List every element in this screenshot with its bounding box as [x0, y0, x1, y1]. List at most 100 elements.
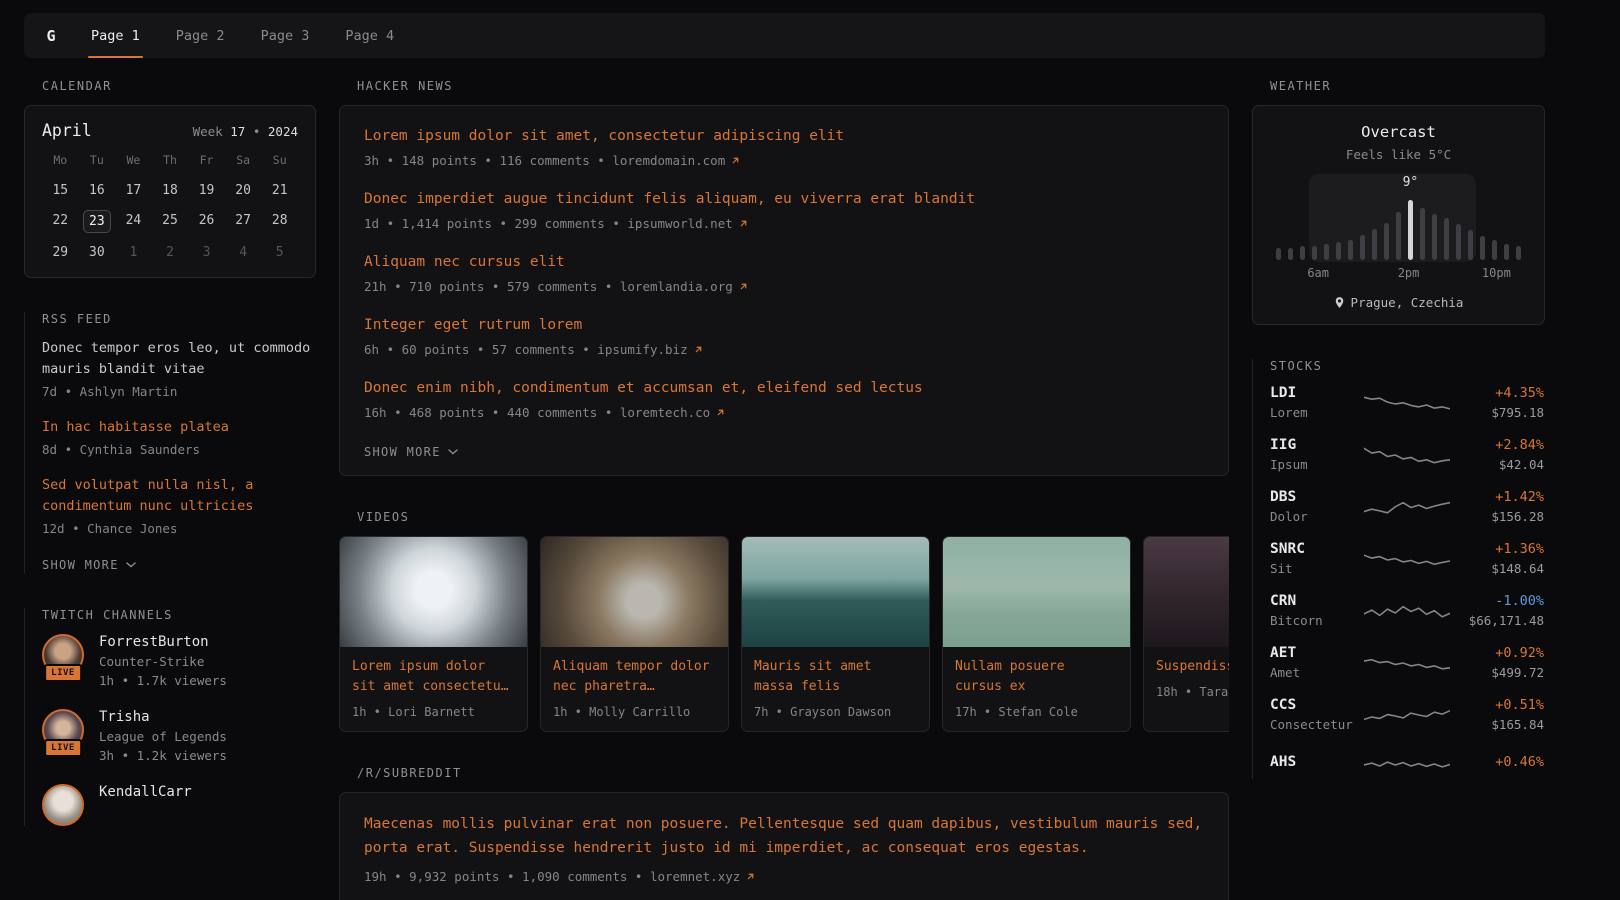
channel-viewers: 3h • 1.2k viewers [99, 748, 227, 763]
dow-label: Mo [42, 153, 79, 172]
stock-price: $499.72 [1458, 665, 1544, 680]
rss-item-meta: 7d • Ashlyn Martin [42, 384, 316, 399]
stock-row[interactable]: AET Amet +0.92% $499.72 [1270, 645, 1545, 680]
video-thumbnail [541, 537, 728, 647]
calendar-widget: CALENDAR April Week 17 • 2024 Mo Tu [24, 79, 316, 278]
subreddit-post-link[interactable]: Maecenas mollis pulvinar erat non posuer… [364, 813, 1204, 859]
stock-row[interactable]: CRN Bitcorn -1.00% $66,171.48 [1270, 593, 1545, 628]
hn-story-meta[interactable]: 3h • 148 points • 116 comments • loremdo… [364, 153, 1204, 168]
dow-label: Th [152, 153, 189, 172]
twitch-widget: TWITCH CHANNELS LIVE ForrestBurton Count… [24, 608, 316, 826]
weather-bar [1360, 235, 1365, 260]
stock-sparkline [1364, 544, 1450, 574]
rss-widget: RSS FEED Donec tempor eros leo, ut commo… [24, 312, 316, 574]
videos-widget: VIDEOS Lorem ipsum dolor sit amet consec… [339, 510, 1229, 732]
stock-ticker: CRN [1270, 593, 1356, 609]
video-title: Nullam posuere cursus ex [955, 657, 1118, 697]
main-column: HACKER NEWS Lorem ipsum dolor sit amet, … [339, 79, 1229, 900]
hn-item: Donec enim nibh, condimentum et accumsan… [364, 378, 1204, 420]
rss-item: Sed volutpat nulla nisl, a condimentum n… [42, 475, 316, 536]
hn-story-link[interactable]: Integer eget rutrum lorem [364, 315, 1204, 336]
stock-name: Sit [1270, 561, 1356, 576]
weather-bar [1408, 200, 1413, 260]
rss-headline-link[interactable]: Sed volutpat nulla nisl, a condimentum n… [42, 475, 316, 517]
weather-time-axis: 6am 2pm 10pm [1273, 266, 1524, 284]
calendar-header: April Week 17 • 2024 [42, 121, 298, 140]
videos-row: Lorem ipsum dolor sit amet consectetu… 1… [339, 536, 1229, 732]
channel-name: KendallCarr [99, 784, 192, 800]
app-logo[interactable]: G [28, 13, 74, 58]
video-thumbnail [742, 537, 929, 647]
hn-story-meta[interactable]: 16h • 468 points • 440 comments • loremt… [364, 405, 1204, 420]
channel-viewers: 1h • 1.7k viewers [99, 673, 227, 688]
hn-story-link[interactable]: Lorem ipsum dolor sit amet, consectetur … [364, 126, 1204, 147]
stock-row[interactable]: IIG Ipsum +2.84% $42.04 [1270, 437, 1545, 472]
weather-bar [1312, 246, 1317, 260]
week-number: 17 [230, 124, 245, 139]
hn-story-meta[interactable]: 1d • 1,414 points • 299 comments • ipsum… [364, 216, 1204, 231]
stock-sparkline [1364, 388, 1450, 418]
weather-bar [1432, 214, 1437, 260]
channel-name: ForrestBurton [99, 634, 227, 650]
stock-row[interactable]: DBS Dolor +1.42% $156.28 [1270, 489, 1545, 524]
tab-page-4[interactable]: Page 4 [342, 13, 397, 58]
twitch-section-title: TWITCH CHANNELS [42, 608, 316, 622]
subreddit-meta-text: 19h • 9,932 points • 1,090 comments • lo… [364, 869, 740, 884]
hacker-news-section-title: HACKER NEWS [357, 79, 1229, 93]
stock-change: -1.00% [1458, 593, 1544, 609]
hn-story-link[interactable]: Donec imperdiet augue tincidunt felis al… [364, 189, 1204, 210]
live-badge: LIVE [44, 739, 82, 757]
video-card[interactable]: Nullam posuere cursus ex 17h • Stefan Co… [942, 536, 1131, 732]
video-card[interactable]: Mauris sit amet massa felis 7h • Grayson… [741, 536, 930, 732]
video-thumbnail [943, 537, 1130, 647]
weather-feels-like: Feels like 5°C [1269, 147, 1528, 162]
time-label: 2pm [1398, 266, 1420, 280]
stock-row[interactable]: CCS Consectetur +0.51% $165.84 [1270, 697, 1545, 732]
video-thumbnail [340, 537, 527, 647]
rss-item-meta: 12d • Chance Jones [42, 521, 316, 536]
hn-item: Donec imperdiet augue tincidunt felis al… [364, 189, 1204, 231]
twitch-channel[interactable]: KendallCarr [42, 784, 316, 826]
hn-story-meta[interactable]: 21h • 710 points • 579 comments • loreml… [364, 279, 1204, 294]
video-title: Aliquam tempor dolor nec pharetra… [553, 657, 716, 697]
channel-name: Trisha [99, 709, 227, 725]
stock-name: Amet [1270, 665, 1356, 680]
weather-bar [1396, 212, 1401, 260]
location-pin-icon [1334, 296, 1345, 309]
rss-headline-link[interactable]: Donec tempor eros leo, ut commodo mauris… [42, 338, 316, 380]
hn-story-meta[interactable]: 6h • 60 points • 57 comments • ipsumify.… [364, 342, 1204, 357]
topbar: G Page 1 Page 2 Page 3 Page 4 [24, 13, 1545, 58]
rss-show-more-button[interactable]: SHOW MORE [42, 556, 136, 574]
twitch-channel[interactable]: LIVE ForrestBurton Counter-Strike 1h • 1… [42, 634, 316, 688]
rss-headline-link[interactable]: In hac habitasse platea [42, 417, 316, 438]
stock-ticker: AHS [1270, 754, 1356, 770]
weather-bar [1456, 224, 1461, 260]
weather-bar [1492, 240, 1497, 260]
video-card[interactable]: Lorem ipsum dolor sit amet consectetu… 1… [339, 536, 528, 732]
location-text: Prague, Czechia [1351, 295, 1464, 310]
subreddit-post-meta[interactable]: 19h • 9,932 points • 1,090 comments • lo… [364, 869, 1204, 884]
stock-row[interactable]: SNRC Sit +1.36% $148.64 [1270, 541, 1545, 576]
calendar-day: 26 [188, 209, 225, 234]
twitch-channel[interactable]: LIVE Trisha League of Legends 3h • 1.2k … [42, 709, 316, 763]
stock-row[interactable]: LDI Lorem +4.35% $795.18 [1270, 385, 1545, 420]
video-card[interactable]: Aliquam tempor dolor nec pharetra… 1h • … [540, 536, 729, 732]
hn-show-more-button[interactable]: SHOW MORE [364, 443, 458, 461]
weather-bar [1516, 246, 1521, 260]
stock-ticker: LDI [1270, 385, 1356, 401]
hn-item: Aliquam nec cursus elit 21h • 710 points… [364, 252, 1204, 294]
calendar-grid: Mo Tu We Th Fr Sa Su 15 16 17 18 19 20 2… [42, 153, 298, 264]
stock-name: Bitcorn [1270, 613, 1356, 628]
tab-page-1[interactable]: Page 1 [88, 13, 143, 58]
stock-row[interactable]: AHS +0.46% [1270, 749, 1545, 779]
tab-page-3[interactable]: Page 3 [258, 13, 313, 58]
weather-section-title: WEATHER [1270, 79, 1545, 93]
calendar-day: 25 [152, 209, 189, 234]
tab-page-2[interactable]: Page 2 [173, 13, 228, 58]
video-card[interactable]: Suspendisse diam 18h • Tara [1143, 536, 1229, 732]
video-meta: 7h • Grayson Dawson [754, 705, 917, 719]
calendar-day: 18 [152, 179, 189, 202]
hn-story-link[interactable]: Aliquam nec cursus elit [364, 252, 1204, 273]
calendar-day: 21 [261, 179, 298, 202]
hn-story-link[interactable]: Donec enim nibh, condimentum et accumsan… [364, 378, 1204, 399]
